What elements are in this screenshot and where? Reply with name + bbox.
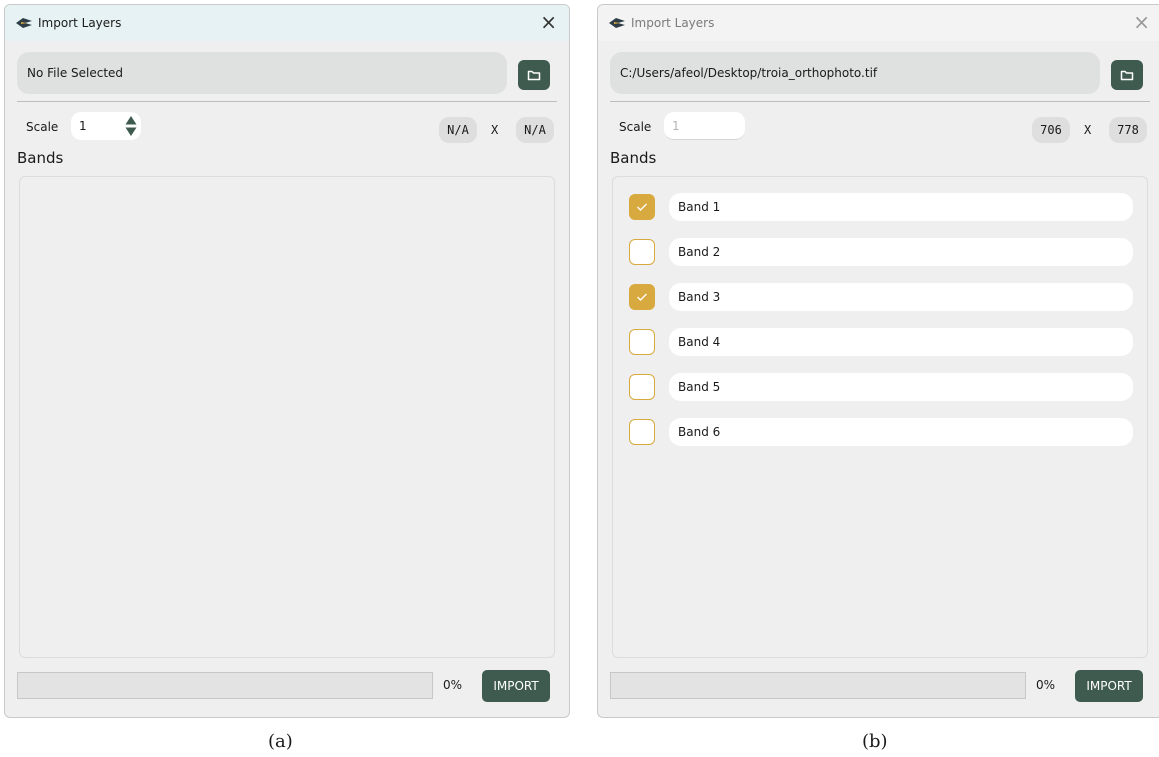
height-badge: 778 xyxy=(1109,117,1147,143)
divider xyxy=(610,101,1150,102)
band-row: Band 3 xyxy=(629,283,1133,311)
band-name-label: Band 5 xyxy=(678,380,721,394)
band-row: Band 1 xyxy=(629,193,1133,221)
band-name-field[interactable]: Band 1 xyxy=(669,193,1133,221)
height-badge: N/A xyxy=(516,117,554,143)
band-row: Band 6 xyxy=(629,418,1133,446)
import-button[interactable]: IMPORT xyxy=(1075,670,1143,702)
band-checkbox[interactable] xyxy=(629,194,655,220)
bands-list xyxy=(19,176,555,658)
dimension-separator: X xyxy=(491,123,499,137)
band-checkbox[interactable] xyxy=(629,374,655,400)
band-checkbox[interactable] xyxy=(629,239,655,265)
bands-heading: Bands xyxy=(17,149,64,167)
bands-list: Band 1 Band 2 Band 3 Band 4 Band 5 Band 6 xyxy=(612,176,1148,658)
caption-a: (a) xyxy=(268,731,293,752)
import-layers-window-b: Import Layers × C:/Users/afeol/Desktop/t… xyxy=(597,4,1159,718)
scale-value: 1 xyxy=(672,118,680,133)
scale-label: Scale xyxy=(26,120,59,134)
title-bar: Import Layers × xyxy=(598,5,1159,41)
file-path-field[interactable]: C:/Users/afeol/Desktop/troia_orthophoto.… xyxy=(610,52,1100,94)
width-badge: 706 xyxy=(1032,117,1070,143)
file-path-text: No File Selected xyxy=(27,66,124,80)
scale-value: 1 xyxy=(79,119,87,133)
window-title: Import Layers xyxy=(631,16,715,30)
file-path-field[interactable]: No File Selected xyxy=(17,52,507,94)
dimension-separator: X xyxy=(1084,123,1092,137)
title-bar: Import Layers × xyxy=(5,5,569,41)
window-title: Import Layers xyxy=(38,16,122,30)
browse-folder-button[interactable] xyxy=(518,60,550,90)
height-value: N/A xyxy=(524,123,546,137)
band-name-field[interactable]: Band 5 xyxy=(669,373,1133,401)
band-name-field[interactable]: Band 6 xyxy=(669,418,1133,446)
file-path-text: C:/Users/afeol/Desktop/troia_orthophoto.… xyxy=(620,66,878,80)
width-badge: N/A xyxy=(439,117,477,143)
spin-arrows-icon[interactable] xyxy=(125,115,137,137)
band-name-label: Band 6 xyxy=(678,425,721,439)
width-value: 706 xyxy=(1040,123,1062,137)
checkmark-icon xyxy=(637,203,647,211)
band-row: Band 5 xyxy=(629,373,1133,401)
import-layers-window-a: Import Layers × No File Selected Scale 1… xyxy=(4,4,570,718)
band-name-field[interactable]: Band 3 xyxy=(669,283,1133,311)
app-logo-icon xyxy=(609,18,625,28)
width-value: N/A xyxy=(447,123,469,137)
band-checkbox[interactable] xyxy=(629,329,655,355)
close-icon[interactable]: × xyxy=(1133,11,1150,33)
progress-percent: 0% xyxy=(1036,678,1056,692)
band-row: Band 4 xyxy=(629,328,1133,356)
height-value: 778 xyxy=(1117,123,1139,137)
band-checkbox[interactable] xyxy=(629,284,655,310)
band-name-label: Band 2 xyxy=(678,245,721,259)
band-name-label: Band 4 xyxy=(678,335,721,349)
band-name-field[interactable]: Band 4 xyxy=(669,328,1133,356)
divider xyxy=(17,101,557,102)
bands-heading: Bands xyxy=(610,149,657,167)
progress-bar xyxy=(17,672,433,699)
band-name-field[interactable]: Band 2 xyxy=(669,238,1133,266)
folder-icon xyxy=(527,70,541,81)
scale-spinbox[interactable]: 1 xyxy=(664,112,745,140)
band-name-label: Band 3 xyxy=(678,290,721,304)
scale-spinbox[interactable]: 1 xyxy=(71,112,141,140)
close-icon[interactable]: × xyxy=(540,11,557,33)
app-logo-icon xyxy=(16,18,32,28)
folder-icon xyxy=(1120,70,1134,81)
browse-folder-button[interactable] xyxy=(1111,60,1143,90)
checkmark-icon xyxy=(637,293,647,301)
band-name-label: Band 1 xyxy=(678,200,721,214)
band-row: Band 2 xyxy=(629,238,1133,266)
caption-b: (b) xyxy=(862,731,888,752)
scale-label: Scale xyxy=(619,120,652,134)
band-checkbox[interactable] xyxy=(629,419,655,445)
progress-bar xyxy=(610,672,1026,699)
progress-percent: 0% xyxy=(443,678,463,692)
import-button[interactable]: IMPORT xyxy=(482,670,550,702)
